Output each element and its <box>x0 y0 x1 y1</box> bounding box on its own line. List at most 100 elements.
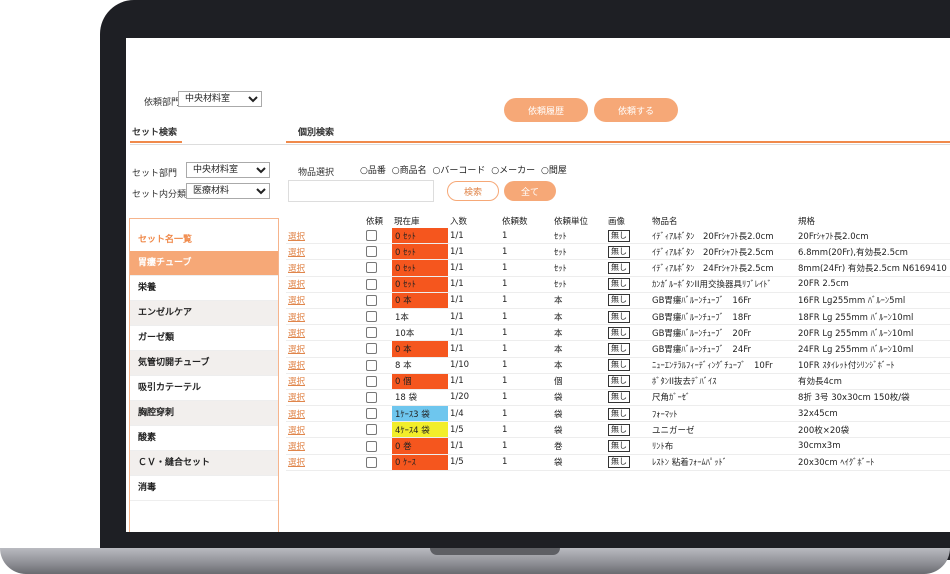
sidebar-item-thoracentesis[interactable]: 胸腔穿刺 <box>130 401 278 426</box>
select-link[interactable]: 選択 <box>286 259 364 277</box>
request-checkbox[interactable] <box>366 359 377 371</box>
spec-cell: 8折 3号 30x30cm 150枚/袋 <box>796 389 950 407</box>
no-image-badge[interactable]: 無し <box>608 326 630 339</box>
radio-shohinmei[interactable]: ○商品名 <box>392 166 427 176</box>
request-checkbox-cell <box>364 292 392 309</box>
no-image-badge[interactable]: 無し <box>608 375 630 388</box>
request-checkbox[interactable] <box>366 424 377 436</box>
radio-barcode[interactable]: ○バーコード <box>433 166 486 176</box>
request-checkbox-cell <box>364 308 392 326</box>
select-link[interactable]: 選択 <box>286 454 364 471</box>
request-checkbox[interactable] <box>366 343 377 355</box>
dept-select[interactable]: 中央材料室 <box>178 91 262 107</box>
request-checkbox[interactable] <box>366 440 377 452</box>
history-button[interactable]: 依頼履歴 <box>504 98 588 122</box>
sidebar-item-irou-tube[interactable]: 胃瘻チューブ <box>130 251 278 276</box>
req-count-cell: 1 <box>500 228 552 245</box>
sidebar-item-disinfection[interactable]: 消毒 <box>130 476 278 501</box>
spec-cell: 10FR ｽﾀｲﾚｯﾄ付ｼﾘﾝｼﾞﾎﾞｰﾄ <box>796 357 950 374</box>
select-link[interactable]: 選択 <box>286 292 364 309</box>
select-link[interactable]: 選択 <box>286 421 364 439</box>
set-category-select[interactable]: 医療材料 <box>186 183 270 199</box>
req-unit-cell: 本 <box>552 292 606 309</box>
no-image-badge[interactable]: 無し <box>608 423 630 436</box>
radio-maker[interactable]: ○メーカー <box>491 166 535 176</box>
request-button[interactable]: 依頼する <box>594 98 678 122</box>
divider <box>130 144 950 145</box>
no-image-badge[interactable]: 無し <box>608 342 630 355</box>
no-image-badge[interactable]: 無し <box>608 310 630 323</box>
request-checkbox-cell <box>364 454 392 471</box>
sidebar-item-tracheostomy-tube[interactable]: 気管切開チューブ <box>130 351 278 376</box>
sidebar-item-eiyo[interactable]: 栄養 <box>130 276 278 301</box>
select-link[interactable]: 選択 <box>286 276 364 293</box>
table-row: 選択 0 ｾｯﾄ 1/1 1 ｾｯﾄ 無し ｶﾝｶﾞﾙｰﾎﾞﾀﾝII用交換器具ﾘﾌﾞﾚｲﾄﾞ… <box>286 276 950 293</box>
sidebar-item-oxygen[interactable]: 酸素 <box>130 426 278 451</box>
select-link[interactable]: 選択 <box>286 405 364 423</box>
no-image-badge[interactable]: 無し <box>608 229 630 242</box>
request-checkbox-cell <box>364 389 392 407</box>
search-input[interactable] <box>288 180 434 202</box>
no-image-badge[interactable]: 無し <box>608 391 630 404</box>
no-image-badge[interactable]: 無し <box>608 440 630 453</box>
request-checkbox[interactable] <box>366 408 377 420</box>
no-image-badge[interactable]: 無し <box>608 261 630 274</box>
tab-set-search-underline <box>130 141 182 143</box>
req-unit-cell: 袋 <box>552 405 606 423</box>
tab-individual-search[interactable]: 個別検索 <box>298 125 334 138</box>
no-image-badge[interactable]: 無し <box>608 359 630 372</box>
select-link[interactable]: 選択 <box>286 308 364 326</box>
sidebar-item-suction-catheter[interactable]: 吸引カテーテル <box>130 376 278 401</box>
col-image: 画像 <box>608 217 626 227</box>
search-button[interactable]: 検索 <box>447 181 499 201</box>
no-image-badge[interactable]: 無し <box>608 245 630 258</box>
select-link[interactable]: 選択 <box>286 228 364 245</box>
request-checkbox[interactable] <box>366 375 377 387</box>
sidebar-item-cv-suture-set[interactable]: ＣＶ・縫合セット <box>130 451 278 476</box>
spec-cell: 18FR Lg 255mm ﾊﾞﾙｰﾝ10ml <box>796 308 950 326</box>
request-checkbox-cell <box>364 373 392 390</box>
request-checkbox[interactable] <box>366 230 377 242</box>
radio-tonya[interactable]: ○間屋 <box>541 166 567 176</box>
select-link[interactable]: 選択 <box>286 437 364 455</box>
select-link[interactable]: 選択 <box>286 357 364 374</box>
request-checkbox[interactable] <box>366 456 377 468</box>
radio-hinban[interactable]: ○品番 <box>360 166 386 176</box>
no-image-badge[interactable]: 無し <box>608 456 630 469</box>
col-select <box>286 214 364 228</box>
col-req-unit: 依頼単位 <box>554 217 589 227</box>
select-link[interactable]: 選択 <box>286 389 364 407</box>
select-link[interactable]: 選択 <box>286 243 364 261</box>
no-image-badge[interactable]: 無し <box>608 407 630 420</box>
req-unit-cell: 本 <box>552 357 606 374</box>
request-checkbox[interactable] <box>366 246 377 258</box>
table-header: 依頼 現在庫 入数 依頼数 依頼単位 画像 物品名 規格 <box>286 214 950 228</box>
set-list-sidebar: セット名一覧 胃瘻チューブ 栄養 エンゼルケア ガーゼ類 気管切開チューブ 吸引… <box>129 218 279 532</box>
spec-cell: 6.8mm(20Fr),有効長2.5cm <box>796 243 950 261</box>
set-dept-select[interactable]: 中央材料室 <box>186 162 270 178</box>
table-row: 選択 10本 1/1 1 本無し GB胃瘻ﾊﾞﾙｰﾝﾁｭｰﾌﾞ 20Fr 20FR Lg 2… <box>286 324 950 342</box>
tab-set-search[interactable]: セット検索 <box>132 125 177 138</box>
no-image-badge[interactable]: 無し <box>608 278 630 291</box>
sidebar-item-angel-care[interactable]: エンゼルケア <box>130 301 278 326</box>
all-button[interactable]: 全て <box>504 181 556 201</box>
item-filter-label: 物品選択 <box>298 168 335 178</box>
set-dept-label: セット部門 <box>132 169 178 179</box>
select-link[interactable]: 選択 <box>286 340 364 358</box>
pack-cell: 1/10 <box>448 357 500 374</box>
item-name-cell: ﾘﾝﾄ布 <box>650 437 796 455</box>
request-checkbox[interactable] <box>366 262 377 274</box>
request-checkbox[interactable] <box>366 391 377 403</box>
table-row: 選択 0 個 1/1 1 個無し ﾎﾞﾀﾝII抜去ﾃﾞﾊﾞｲｽ 有効長4cm <box>286 373 950 390</box>
request-checkbox[interactable] <box>366 311 377 323</box>
no-image-badge[interactable]: 無し <box>608 294 630 307</box>
select-link[interactable]: 選択 <box>286 324 364 342</box>
request-checkbox[interactable] <box>366 278 377 290</box>
request-checkbox[interactable] <box>366 294 377 306</box>
item-name-cell: ﾚｽﾄﾝ 粘着ﾌｫｰﾑﾊﾟｯﾄﾞ <box>650 454 796 471</box>
spec-cell: 有効長4cm <box>796 373 950 390</box>
request-checkbox-cell <box>364 357 392 374</box>
request-checkbox[interactable] <box>366 327 377 339</box>
select-link[interactable]: 選択 <box>286 373 364 390</box>
sidebar-item-gauze[interactable]: ガーゼ類 <box>130 326 278 351</box>
